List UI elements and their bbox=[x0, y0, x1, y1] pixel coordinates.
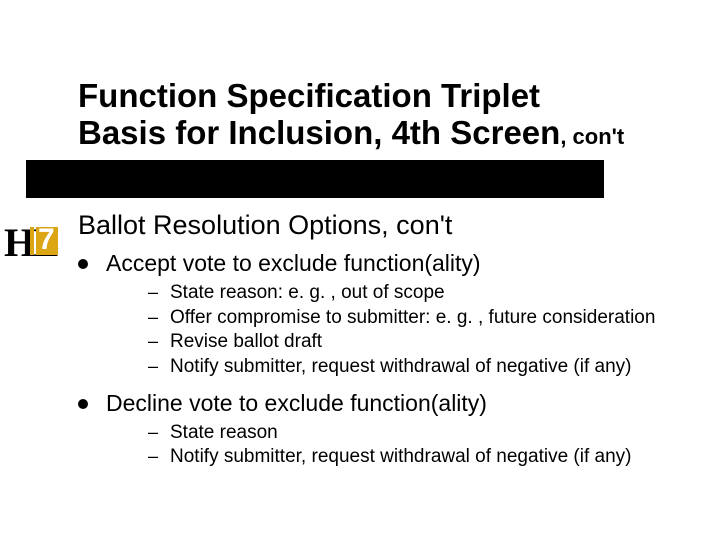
sub-bullet: Notify submitter, request withdrawal of … bbox=[78, 355, 678, 380]
sub-bullets-accept: State reason: e. g. , out of scope Offer… bbox=[78, 281, 678, 380]
sub-bullet-text: Notify submitter, request withdrawal of … bbox=[170, 356, 631, 377]
sub-bullet-text: Offer compromise to submitter: e. g. , f… bbox=[170, 307, 655, 328]
logo-bar-icon bbox=[30, 227, 34, 255]
slide-title: Function Specification Triplet Basis for… bbox=[78, 78, 678, 152]
section-heading: Ballot Resolution Options, con't bbox=[78, 210, 452, 241]
sub-bullet: State reason: e. g. , out of scope bbox=[78, 281, 678, 306]
sub-bullets-decline: State reason Notify submitter, request w… bbox=[78, 421, 678, 470]
sub-bullet-text: Revise ballot draft bbox=[170, 331, 322, 352]
title-line1: Function Specification Triplet bbox=[78, 77, 540, 114]
sub-bullet: Revise ballot draft bbox=[78, 330, 678, 355]
sub-bullet-text: State reason: e. g. , out of scope bbox=[170, 282, 445, 303]
sub-bullet-text: Notify submitter, request withdrawal of … bbox=[170, 446, 631, 467]
sub-bullet: Offer compromise to submitter: e. g. , f… bbox=[78, 306, 678, 331]
sub-bullet: State reason bbox=[78, 421, 678, 446]
hl7-logo: HL bbox=[5, 225, 60, 263]
sub-bullet-text: State reason bbox=[170, 422, 278, 443]
title-line2-main: Basis for Inclusion, 4th Screen bbox=[78, 114, 560, 151]
bullet-text: Decline vote to exclude function(ality) bbox=[106, 390, 487, 416]
logo-badge bbox=[36, 227, 58, 255]
bullet-decline: Decline vote to exclude function(ality) bbox=[78, 390, 678, 417]
bullet-text: Accept vote to exclude function(ality) bbox=[106, 250, 481, 276]
slide: Function Specification Triplet Basis for… bbox=[0, 0, 720, 540]
content-area: Accept vote to exclude function(ality) S… bbox=[78, 246, 678, 480]
sub-bullet: Notify submitter, request withdrawal of … bbox=[78, 445, 678, 470]
title-underline-bar bbox=[26, 160, 604, 198]
title-line2-suffix: , con't bbox=[560, 124, 624, 149]
bullet-accept: Accept vote to exclude function(ality) bbox=[78, 250, 678, 277]
